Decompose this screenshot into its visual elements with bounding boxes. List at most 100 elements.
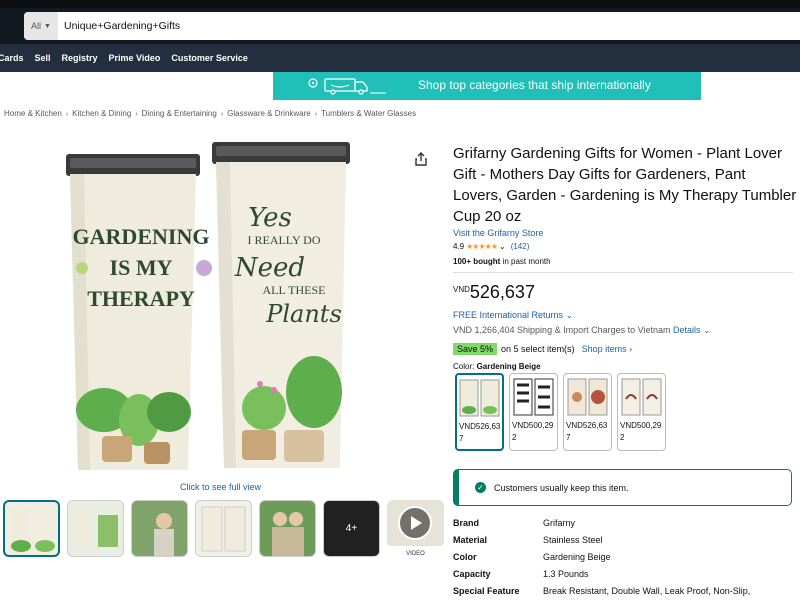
shipping-details-link[interactable]: Details: [673, 325, 701, 335]
thumbnail-image: [196, 501, 251, 556]
spec-key: Color: [453, 551, 477, 562]
spec-value: Break Resistant, Double Wall, Leak Proof…: [543, 585, 751, 596]
video-label: VIDEO: [406, 551, 425, 557]
thumbnail-1[interactable]: [3, 500, 60, 557]
breadcrumb-item[interactable]: Home & Kitchen: [4, 109, 62, 118]
swatch-image: [457, 375, 502, 421]
color-swatch-2[interactable]: VND500,292: [509, 373, 558, 451]
spec-key: Brand: [453, 517, 480, 528]
spec-row: Color Gardening Beige: [453, 548, 793, 565]
save-badge: Save 5%: [453, 343, 498, 355]
delivery-truck-icon: [308, 78, 386, 95]
spec-key: Capacity: [453, 568, 491, 579]
check-circle-icon: ✓: [475, 482, 486, 493]
spec-row: Material Stainless Steel: [453, 531, 793, 548]
tumbler-right-line-5: Plants: [265, 300, 342, 328]
spec-key: Special Feature: [453, 585, 520, 596]
thumbnail-image: [10, 507, 55, 553]
swatch-image: [618, 374, 665, 420]
nav-bar: Cards Sell Registry Prime Video Customer…: [0, 44, 800, 72]
color-swatches: VND526,637 VND500,292 VND526,637 VND500,…: [455, 373, 666, 451]
more-images-count: 4+: [324, 501, 379, 556]
color-value: Gardening Beige: [476, 362, 541, 371]
thumbnail-5[interactable]: [259, 500, 316, 557]
search-input[interactable]: [58, 13, 758, 39]
swatch-price: VND500,292: [512, 421, 554, 442]
color-swatch-3[interactable]: VND526,637: [563, 373, 612, 451]
keep-item-notice: ✓ Customers usually keep this item.: [453, 469, 792, 506]
divider: [453, 272, 793, 273]
star-rating-icon: ★★★★★: [466, 242, 498, 251]
breadcrumb-separator-icon: ›: [65, 111, 69, 118]
free-returns-link[interactable]: FREE International Returns ⌄: [453, 310, 573, 321]
shipping-text: VND 1,266,404 Shipping & Import Charges …: [453, 325, 671, 335]
bought-count-bold: 100+ bought: [453, 257, 501, 266]
rating-row[interactable]: 4.9 ★★★★★ ⌄ (142): [453, 242, 529, 251]
breadcrumb-item[interactable]: Glassware & Drinkware: [227, 109, 311, 118]
returns-text: FREE International Returns: [453, 310, 564, 320]
spec-value: Stainless Steel: [543, 534, 603, 545]
spec-value: Gardening Beige: [543, 551, 611, 562]
thumbnail-2[interactable]: [67, 500, 124, 557]
share-icon[interactable]: [414, 152, 428, 166]
tumbler-left-line-3: THERAPY: [87, 286, 195, 311]
swatch-price: VND526,637: [566, 421, 608, 442]
top-strip: [0, 0, 800, 8]
spec-value: 1.3 Pounds: [543, 568, 589, 579]
thumbnail-4[interactable]: [195, 500, 252, 557]
price-amount: 526,637: [469, 282, 535, 302]
store-link[interactable]: Visit the Grifarny Store: [453, 228, 543, 238]
bought-count-rest: in past month: [500, 257, 551, 266]
save-promo: Save 5% on 5 select item(s) Shop items ›: [453, 343, 632, 355]
spec-value: Grifarny: [543, 517, 576, 528]
tumbler-right-line-3: Need: [234, 253, 305, 283]
breadcrumb-separator-icon: ›: [220, 111, 224, 118]
nav-item-sell[interactable]: Sell: [35, 53, 51, 63]
nav-item-cards[interactable]: Cards: [0, 53, 24, 63]
thumbnail-image: [132, 501, 187, 556]
save-text: on 5 select item(s): [501, 344, 575, 354]
tumbler-right-line-4: ALL THESE: [263, 283, 326, 297]
rating-value: 4.9: [453, 242, 465, 251]
color-swatch-gardening-beige[interactable]: VND526,637: [455, 373, 504, 451]
thumbnail-image: [68, 501, 123, 556]
nav-item-prime-video[interactable]: Prime Video: [109, 53, 161, 63]
breadcrumb-item[interactable]: Tumblers & Water Glasses: [321, 109, 416, 118]
main-product-image[interactable]: GARDENING IS MY THERAPY Yes I REALLY DO …: [64, 140, 364, 475]
tumbler-right-line-1: Yes: [248, 203, 292, 233]
nav-item-customer-service[interactable]: Customer Service: [171, 53, 248, 63]
swatch-price: VND526,637: [459, 422, 501, 443]
shop-items-link[interactable]: Shop items ›: [582, 344, 633, 354]
thumbnail-video[interactable]: VIDEO: [387, 500, 444, 557]
shipping-info: VND 1,266,404 Shipping & Import Charges …: [453, 325, 711, 336]
chevron-down-icon: ⌄: [703, 325, 711, 335]
play-icon: [387, 500, 444, 546]
color-swatch-4[interactable]: VND500,292: [617, 373, 666, 451]
thumbnail-3[interactable]: [131, 500, 188, 557]
price: VND 526,637: [453, 282, 535, 303]
tumbler-left-line-1: GARDENING: [73, 224, 210, 249]
swatch-price: VND500,292: [620, 421, 662, 442]
full-view-link[interactable]: Click to see full view: [180, 482, 261, 492]
breadcrumb-separator-icon: ›: [314, 111, 318, 118]
search-department-label: All: [31, 21, 42, 31]
color-selector-label: Color: Gardening Beige: [453, 362, 541, 371]
nav-item-registry[interactable]: Registry: [62, 53, 98, 63]
chevron-down-icon: ▼: [44, 22, 51, 30]
breadcrumb-item[interactable]: Dining & Entertaining: [142, 109, 217, 118]
top-header: All ▼: [0, 0, 800, 44]
rating-count[interactable]: (142): [511, 242, 530, 251]
thumbnail-6[interactable]: 4+: [323, 500, 380, 557]
breadcrumb-item[interactable]: Kitchen & Dining: [72, 109, 131, 118]
breadcrumb-separator-icon: ›: [135, 111, 138, 118]
thumbnail-strip: 4+ VIDEO: [3, 500, 444, 557]
spec-row: Brand Grifarny: [453, 514, 793, 531]
bought-count: 100+ bought in past month: [453, 257, 551, 266]
search-department-select[interactable]: All ▼: [24, 12, 58, 40]
promo-banner[interactable]: Shop top categories that ship internatio…: [273, 72, 701, 100]
tumbler-right-line-2: I REALLY DO: [247, 233, 320, 247]
spec-row: Capacity 1.3 Pounds: [453, 565, 793, 582]
spec-row: Special Feature Break Resistant, Double W…: [453, 582, 793, 599]
spec-key: Material: [453, 534, 488, 545]
color-label: Color:: [453, 362, 475, 371]
